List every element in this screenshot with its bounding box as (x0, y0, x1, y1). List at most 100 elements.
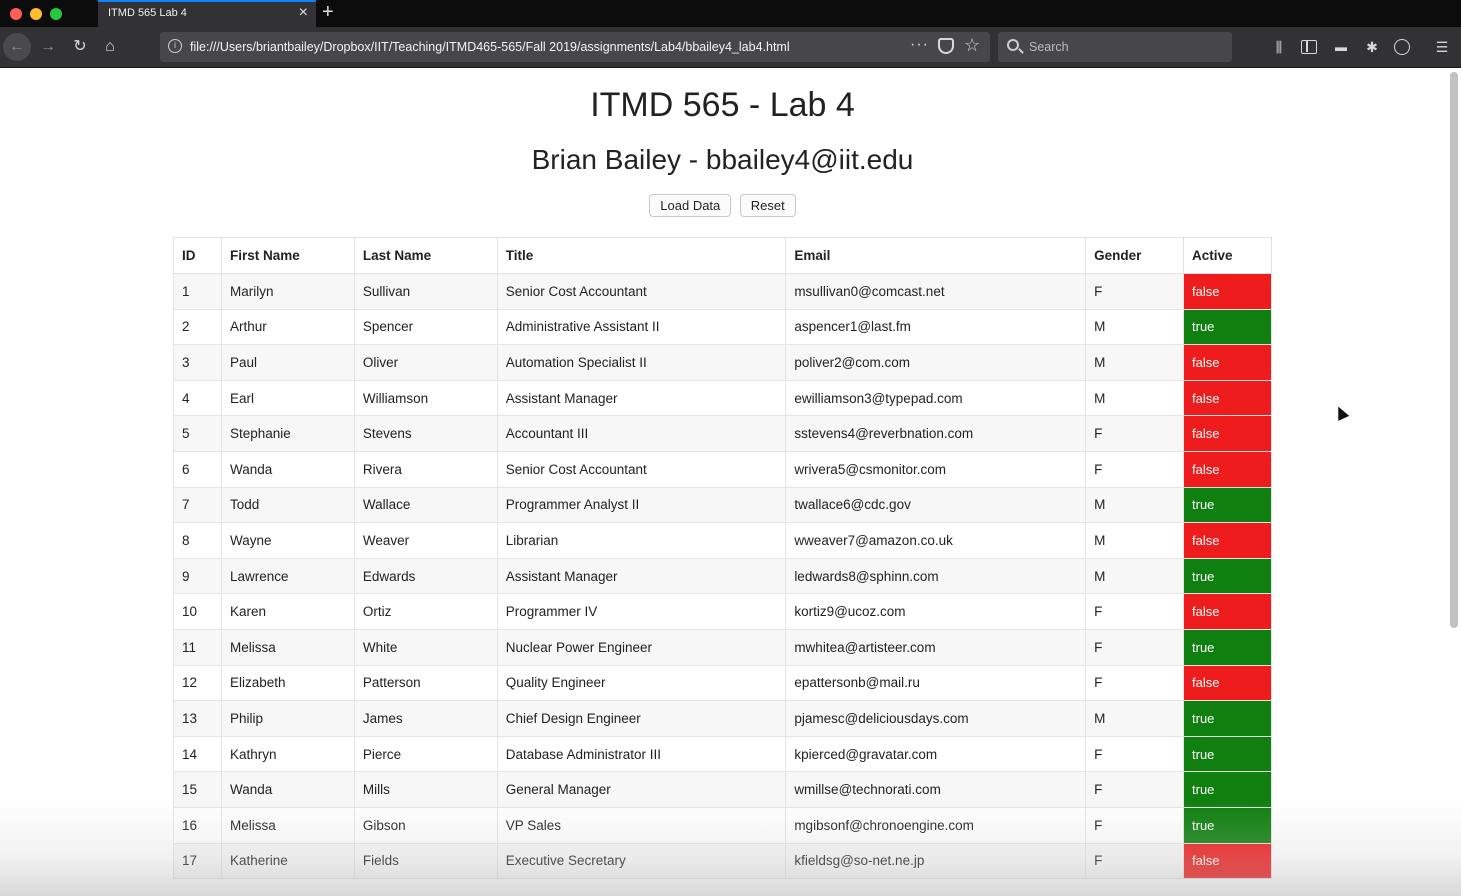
cell-title: Automation Specialist II (496, 344, 787, 381)
header-id: ID (173, 237, 222, 274)
cell-active: true (1183, 735, 1272, 773)
cell-gender: M (1085, 522, 1185, 559)
load-data-button[interactable]: Load Data (649, 194, 732, 217)
cell-active: false (1183, 415, 1272, 452)
window-close-button[interactable] (10, 8, 22, 20)
table-row: 6 Wanda Rivera Senior Cost Accountant wriver… (173, 450, 1272, 488)
cell-first-name: Kathryn (220, 735, 355, 773)
navigation-toolbar: ← → ↻ ⌂ i file:///Users/briantbailey/Dro… (0, 27, 1461, 68)
tab-close-icon[interactable]: × (299, 4, 308, 22)
cell-title: Executive Secretary (496, 842, 787, 880)
address-bar[interactable]: i file:///Users/briantbailey/Dropbox/IIT… (160, 32, 990, 62)
back-arrow-icon[interactable]: ← (3, 33, 31, 61)
window-minimize-button[interactable] (30, 8, 42, 20)
cell-email: aspencer1@last.fm (785, 308, 1087, 346)
cell-gender: M (1085, 308, 1185, 346)
search-icon (1007, 39, 1019, 51)
controls: Load Data Reset (0, 194, 1445, 217)
cell-gender: F (1085, 628, 1185, 666)
table-row: 13 Philip James Chief Design Engineer pjames… (173, 700, 1272, 737)
cell-id: 6 (173, 450, 222, 488)
extension-icon[interactable]: ▬ (1332, 38, 1350, 56)
cell-id: 15 (173, 771, 222, 808)
cell-email: wrivera5@csmonitor.com (785, 450, 1087, 488)
cell-title: VP Sales (496, 806, 787, 844)
cell-title: Accountant III (496, 415, 787, 452)
cell-title: Database Administrator III (496, 735, 787, 773)
library-icon[interactable]: ⫼ (1270, 38, 1288, 56)
table-row: 8 Wayne Weaver Librarian wweaver7@amazon.co.… (173, 522, 1272, 559)
cell-first-name: Stephanie (220, 415, 355, 452)
cell-id: 5 (173, 415, 222, 452)
cell-id: 16 (173, 806, 222, 844)
header-gender: Gender (1085, 237, 1185, 274)
search-input[interactable]: Search (1029, 40, 1069, 54)
cell-title: Quality Engineer (496, 664, 787, 702)
hamburger-menu-icon[interactable]: ☰ (1433, 38, 1451, 56)
cell-id: 14 (173, 735, 222, 773)
cell-first-name: Katherine (220, 842, 355, 880)
header-active: Active (1183, 237, 1272, 274)
cell-email: mwhitea@artisteer.com (785, 628, 1087, 666)
cell-title: Assistant Manager (496, 557, 787, 595)
cell-first-name: Wanda (220, 771, 355, 808)
window-maximize-button[interactable] (50, 8, 62, 20)
cell-active: false (1183, 593, 1272, 630)
reload-icon[interactable]: ↻ (66, 33, 94, 61)
cell-email: kfieldsg@so-net.ne.jp (785, 842, 1087, 880)
cell-gender: M (1085, 486, 1185, 524)
cell-first-name: Elizabeth (220, 664, 355, 702)
new-tab-icon[interactable]: + (322, 0, 334, 25)
cell-active: false (1183, 664, 1272, 702)
cell-title: Senior Cost Accountant (496, 450, 787, 488)
tab-strip: ITMD 565 Lab 4 × + (0, 0, 1461, 27)
page-title: ITMD 565 - Lab 4 (590, 86, 855, 124)
reset-button[interactable]: Reset (739, 194, 796, 217)
cell-active: true (1183, 806, 1272, 844)
pocket-icon[interactable] (938, 38, 954, 54)
sidebar-icon[interactable] (1301, 40, 1317, 54)
cell-last-name: Oliver (353, 344, 498, 381)
cell-active: true (1183, 700, 1272, 737)
page-subtitle: Brian Bailey - bbailey4@iit.edu (531, 144, 914, 175)
cell-gender: M (1085, 557, 1185, 595)
table-row: 15 Wanda Mills General Manager wmillse@techn… (173, 771, 1272, 808)
cell-title: Programmer IV (496, 593, 787, 630)
cell-last-name: Gibson (353, 806, 498, 844)
table-row: 14 Kathryn Pierce Database Administrator II… (173, 735, 1272, 773)
cell-gender: F (1085, 415, 1185, 452)
page-actions-icon[interactable]: ··· (910, 36, 929, 54)
cell-gender: M (1085, 379, 1185, 417)
cell-id: 2 (173, 308, 222, 346)
settings-gear-icon[interactable]: ✱ (1363, 38, 1381, 56)
page-info-icon[interactable]: i (168, 39, 182, 53)
cell-active: true (1183, 771, 1272, 808)
cell-active: false (1183, 450, 1272, 488)
account-icon[interactable] (1394, 39, 1410, 55)
cell-first-name: Lawrence (220, 557, 355, 595)
cell-active: true (1183, 308, 1272, 346)
cell-gender: F (1085, 450, 1185, 488)
forward-arrow-icon[interactable]: → (34, 33, 62, 61)
cell-gender: M (1085, 344, 1185, 381)
cell-title: Assistant Manager (496, 379, 787, 417)
table-row: 12 Elizabeth Patterson Quality Engineer epat… (173, 664, 1272, 702)
home-icon[interactable]: ⌂ (96, 33, 124, 61)
bookmark-star-icon[interactable]: ☆ (964, 35, 980, 56)
cell-id: 4 (173, 379, 222, 417)
header-first-name: First Name (220, 237, 355, 274)
cell-active: true (1183, 628, 1272, 666)
cell-last-name: Rivera (353, 450, 498, 488)
cell-id: 9 (173, 557, 222, 595)
browser-tab[interactable]: ITMD 565 Lab 4 × (98, 0, 316, 27)
cell-email: ledwards8@sphinn.com (785, 557, 1087, 595)
cell-id: 3 (173, 344, 222, 381)
cell-title: General Manager (496, 771, 787, 808)
search-bar[interactable]: Search (998, 32, 1232, 62)
table-row: 17 Katherine Fields Executive Secretary kfie… (173, 842, 1272, 880)
url-text[interactable]: file:///Users/briantbailey/Dropbox/IIT/T… (190, 40, 790, 54)
cell-title: Chief Design Engineer (496, 700, 787, 737)
table-row: 2 Arthur Spencer Administrative Assistant I… (173, 308, 1272, 346)
cell-email: sstevens4@reverbnation.com (785, 415, 1087, 452)
vertical-scrollbar[interactable] (1450, 72, 1458, 628)
